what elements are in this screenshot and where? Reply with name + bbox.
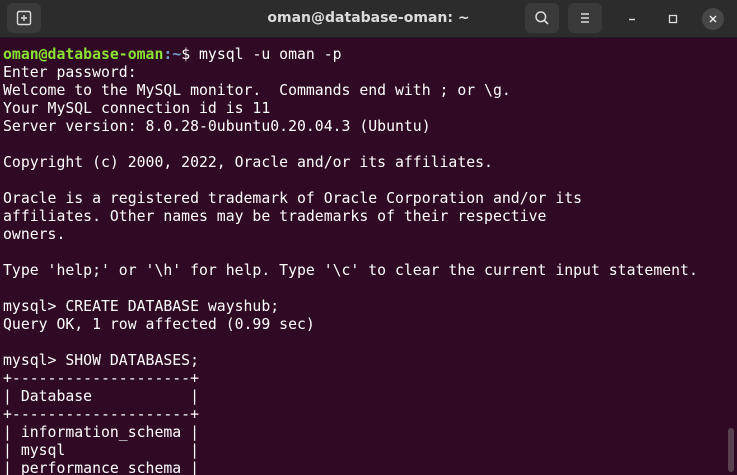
output-line: | performance_schema | bbox=[3, 460, 199, 475]
output-line: mysql> SHOW DATABASES; bbox=[3, 352, 199, 369]
maximize-button[interactable] bbox=[662, 8, 684, 30]
prompt-line: oman@database-oman:~$ mysql -u oman -p bbox=[3, 46, 727, 64]
minimize-button[interactable] bbox=[621, 8, 643, 30]
new-tab-icon bbox=[16, 10, 32, 26]
minimize-icon bbox=[629, 18, 635, 21]
output-line: +--------------------+ bbox=[3, 406, 199, 423]
search-icon bbox=[535, 11, 549, 25]
output-line: Welcome to the MySQL monitor. Commands e… bbox=[3, 82, 511, 99]
maximize-icon bbox=[668, 14, 678, 24]
output-line: mysql> CREATE DATABASE wayshub; bbox=[3, 298, 280, 315]
terminal-window: oman@database-oman: ~ oman@database-oman… bbox=[0, 0, 737, 475]
search-button[interactable] bbox=[525, 3, 559, 33]
titlebar: oman@database-oman: ~ bbox=[0, 0, 737, 38]
terminal-output[interactable]: oman@database-oman:~$ mysql -u oman -p E… bbox=[0, 38, 727, 475]
output-line: Server version: 8.0.28-0ubuntu0.20.04.3 … bbox=[3, 118, 431, 135]
output-line: Copyright (c) 2000, 2022, Oracle and/or … bbox=[3, 154, 493, 171]
output-line: | mysql | bbox=[3, 442, 199, 459]
prompt-command: $ mysql -u oman -p bbox=[181, 46, 342, 63]
close-button[interactable] bbox=[702, 8, 724, 30]
hamburger-menu-icon bbox=[581, 13, 589, 23]
output-line: Oracle is a registered trademark of Orac… bbox=[3, 190, 583, 207]
output-line: affiliates. Other names may be trademark… bbox=[3, 208, 547, 225]
output-line: | information_schema | bbox=[3, 424, 199, 441]
prompt-path: :~ bbox=[163, 46, 182, 63]
output-line: Enter password: bbox=[3, 64, 137, 81]
close-icon bbox=[709, 15, 717, 23]
output-line: Your MySQL connection id is 11 bbox=[3, 100, 271, 117]
scrollbar[interactable] bbox=[728, 428, 734, 472]
output-line: +--------------------+ bbox=[3, 370, 199, 387]
prompt-user: oman@database-oman bbox=[3, 46, 164, 63]
output-line: owners. bbox=[3, 226, 66, 243]
new-tab-button[interactable] bbox=[7, 3, 41, 33]
output-line: Type 'help;' or '\h' for help. Type '\c'… bbox=[3, 262, 698, 279]
output-line: | Database | bbox=[3, 388, 199, 405]
menu-button[interactable] bbox=[568, 3, 602, 33]
output-line: Query OK, 1 row affected (0.99 sec) bbox=[3, 316, 315, 333]
